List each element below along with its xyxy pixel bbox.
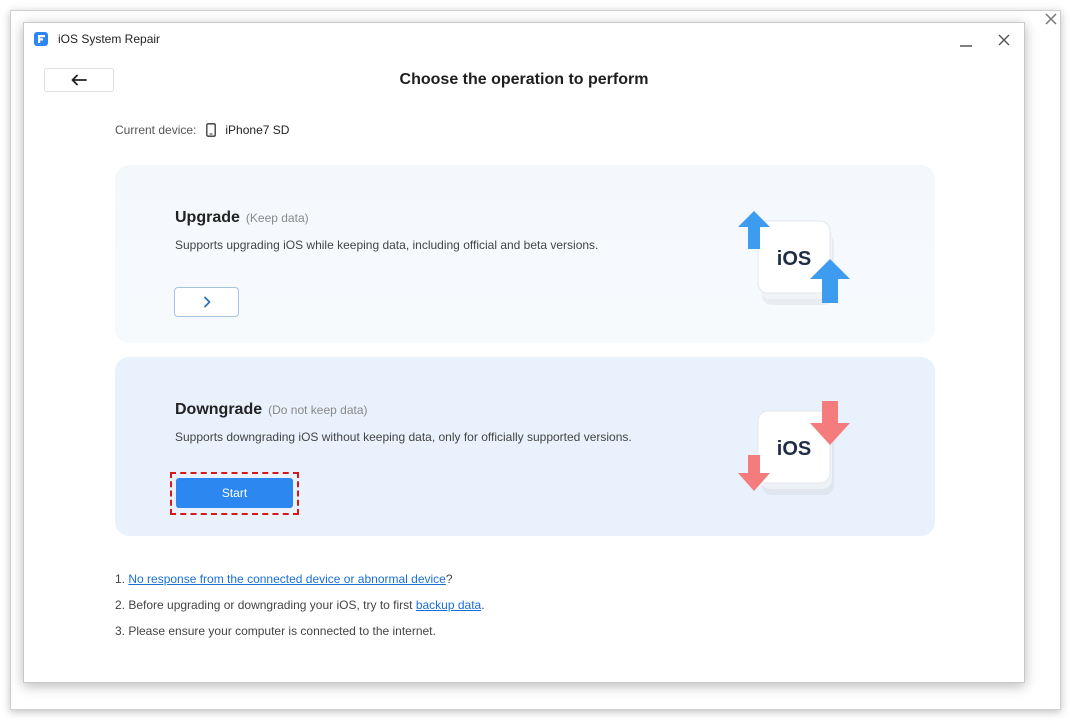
current-device: Current device: iPhone7 SD: [115, 123, 289, 137]
background-close-icon[interactable]: [1042, 10, 1060, 28]
no-response-link[interactable]: No response from the connected device or…: [128, 572, 446, 586]
upgrade-next-button[interactable]: [174, 287, 239, 317]
minimize-icon[interactable]: [958, 33, 974, 49]
device-name: iPhone7 SD: [225, 123, 290, 137]
chevron-right-icon: [203, 296, 210, 308]
note-1-suffix: ?: [445, 572, 453, 586]
downgrade-card[interactable]: Downgrade (Do not keep data) Supports dow…: [115, 357, 935, 536]
backup-data-link[interactable]: backup data: [416, 598, 481, 612]
note-3: 3. Please ensure your computer is connec…: [115, 624, 436, 638]
upgrade-subtitle: (Keep data): [245, 211, 309, 225]
downgrade-subtitle: (Do not keep data): [268, 403, 368, 417]
note-2-prefix: 2. Before upgrading or downgrading your …: [115, 598, 416, 612]
ios-badge-upgrade: iOS: [777, 248, 811, 270]
app-window: iOS System Repair Choose the operation t…: [23, 22, 1025, 683]
downgrade-title-text: Downgrade: [175, 401, 263, 418]
ios-upgrade-illustration: iOS: [738, 211, 850, 305]
device-label: Current device:: [115, 123, 197, 137]
upgrade-title: Upgrade (Keep data): [175, 209, 309, 227]
app-title: iOS System Repair: [58, 32, 161, 46]
note-2: 2. Before upgrading or downgrading your …: [115, 597, 485, 623]
ios-downgrade-illustration: iOS: [738, 401, 850, 495]
note-1: 1. No response from the connected device…: [115, 571, 485, 597]
titlebar: iOS System Repair: [24, 23, 1024, 57]
start-button-highlight: Start: [170, 472, 299, 515]
page-title: Choose the operation to perform: [399, 71, 649, 88]
downgrade-title: Downgrade (Do not keep data): [175, 401, 368, 419]
downgrade-description: Supports downgrading iOS without keeping…: [175, 430, 632, 444]
phone-icon: [206, 123, 217, 137]
notes-list: 1. No response from the connected device…: [115, 571, 485, 649]
note-1-prefix: 1.: [115, 572, 129, 586]
close-icon[interactable]: [996, 32, 1012, 48]
app-logo-icon: [34, 32, 48, 46]
upgrade-card[interactable]: Upgrade (Keep data) Supports upgrading iO…: [115, 165, 935, 343]
note-2-suffix: .: [481, 598, 485, 612]
start-button[interactable]: Start: [176, 478, 293, 508]
upgrade-description: Supports upgrading iOS while keeping dat…: [175, 238, 599, 252]
upgrade-title-text: Upgrade: [175, 209, 240, 226]
ios-badge-downgrade: iOS: [777, 438, 811, 460]
